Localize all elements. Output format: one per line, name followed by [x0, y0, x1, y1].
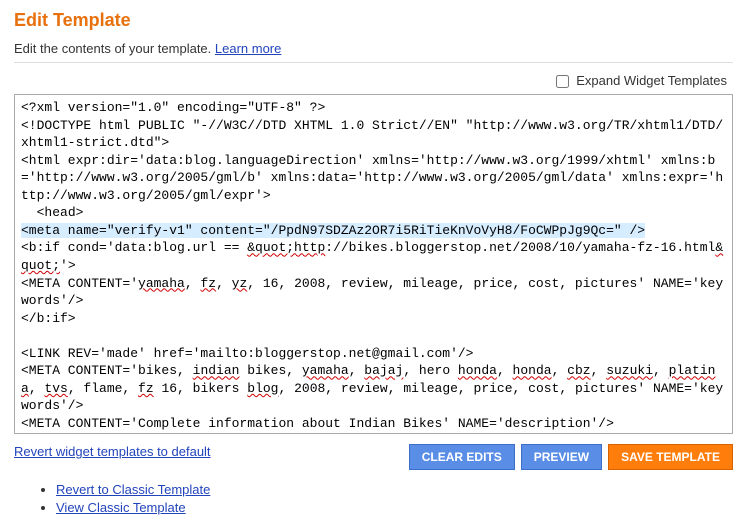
- revert-templates-link[interactable]: Revert widget templates to default: [14, 444, 399, 459]
- save-template-button[interactable]: SAVE TEMPLATE: [608, 444, 733, 470]
- list-item: View Classic Template: [56, 500, 733, 515]
- button-row: CLEAR EDITS PREVIEW SAVE TEMPLATE: [409, 444, 733, 470]
- expand-row: Expand Widget Templates: [14, 73, 733, 88]
- subtitle-row: Edit the contents of your template. Lear…: [14, 41, 733, 56]
- expand-widget-label: Expand Widget Templates: [576, 73, 727, 88]
- page-title: Edit Template: [14, 10, 733, 31]
- clear-edits-button[interactable]: CLEAR EDITS: [409, 444, 515, 470]
- learn-more-link[interactable]: Learn more: [215, 41, 281, 56]
- list-item: Revert to Classic Template: [56, 482, 733, 497]
- bottom-row: Revert widget templates to default CLEAR…: [14, 444, 733, 470]
- view-classic-link[interactable]: View Classic Template: [56, 500, 186, 515]
- divider: [14, 62, 733, 63]
- revert-classic-link[interactable]: Revert to Classic Template: [56, 482, 210, 497]
- expand-widget-checkbox[interactable]: [556, 75, 569, 88]
- subtitle-text: Edit the contents of your template.: [14, 41, 215, 56]
- preview-button[interactable]: PREVIEW: [521, 444, 602, 470]
- template-code-editor[interactable]: <?xml version="1.0" encoding="UTF-8" ?> …: [14, 94, 733, 434]
- classic-template-links: Revert to Classic Template View Classic …: [56, 482, 733, 515]
- highlighted-line: <meta name="verify-v1" content="/PpdN97S…: [21, 223, 645, 238]
